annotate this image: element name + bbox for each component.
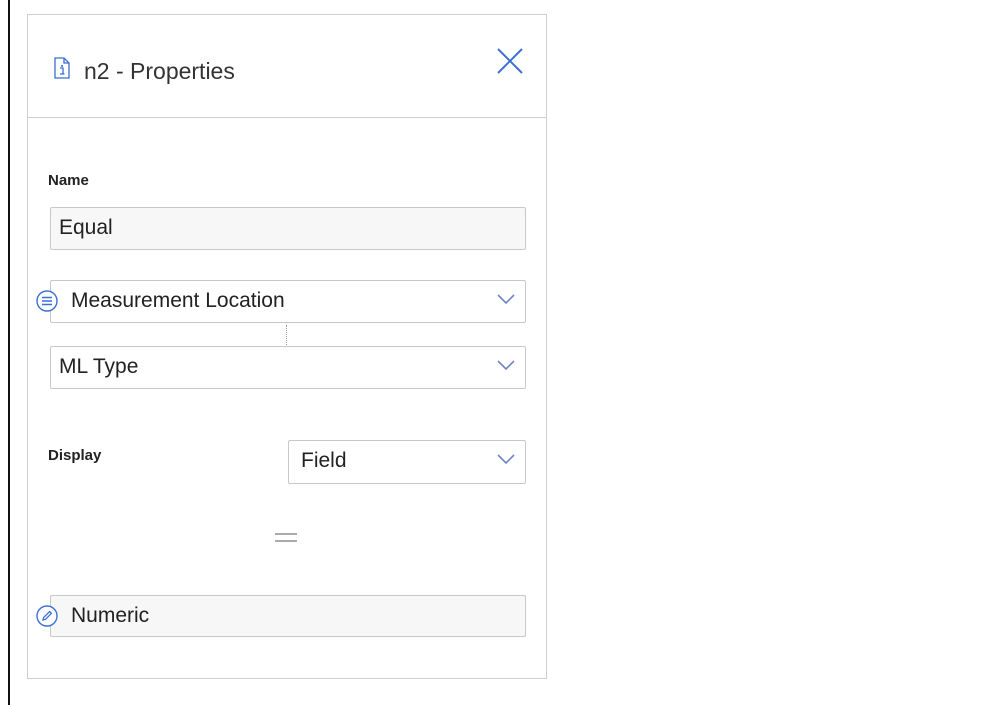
display-select-value: Field	[301, 449, 347, 472]
entity-select-value: Measurement Location	[71, 289, 285, 312]
list-circle-icon[interactable]	[36, 290, 58, 312]
field-select[interactable]: ML Type	[50, 346, 526, 389]
connector-line	[286, 325, 287, 347]
name-label: Name	[48, 172, 89, 189]
info-document-icon	[54, 57, 70, 79]
value-field[interactable]: Numeric	[50, 595, 526, 637]
pencil-circle-icon[interactable]	[36, 605, 58, 627]
name-value: Equal	[59, 216, 113, 239]
properties-panel: n2 - Properties Name Equal Measurement L…	[27, 14, 547, 679]
chevron-down-icon	[497, 454, 515, 465]
equals-icon	[275, 533, 297, 542]
name-field[interactable]: Equal	[50, 207, 526, 250]
chevron-down-icon	[497, 360, 515, 371]
left-border-line	[8, 0, 10, 705]
chevron-down-icon	[497, 294, 515, 305]
value-field-value: Numeric	[71, 604, 150, 627]
display-select[interactable]: Field	[288, 440, 526, 484]
entity-select[interactable]: Measurement Location	[50, 280, 526, 323]
panel-title: n2 - Properties	[84, 58, 235, 84]
panel-header: n2 - Properties	[28, 15, 546, 118]
field-select-value: ML Type	[59, 355, 139, 378]
close-icon[interactable]	[496, 47, 524, 75]
display-label: Display	[48, 447, 102, 464]
